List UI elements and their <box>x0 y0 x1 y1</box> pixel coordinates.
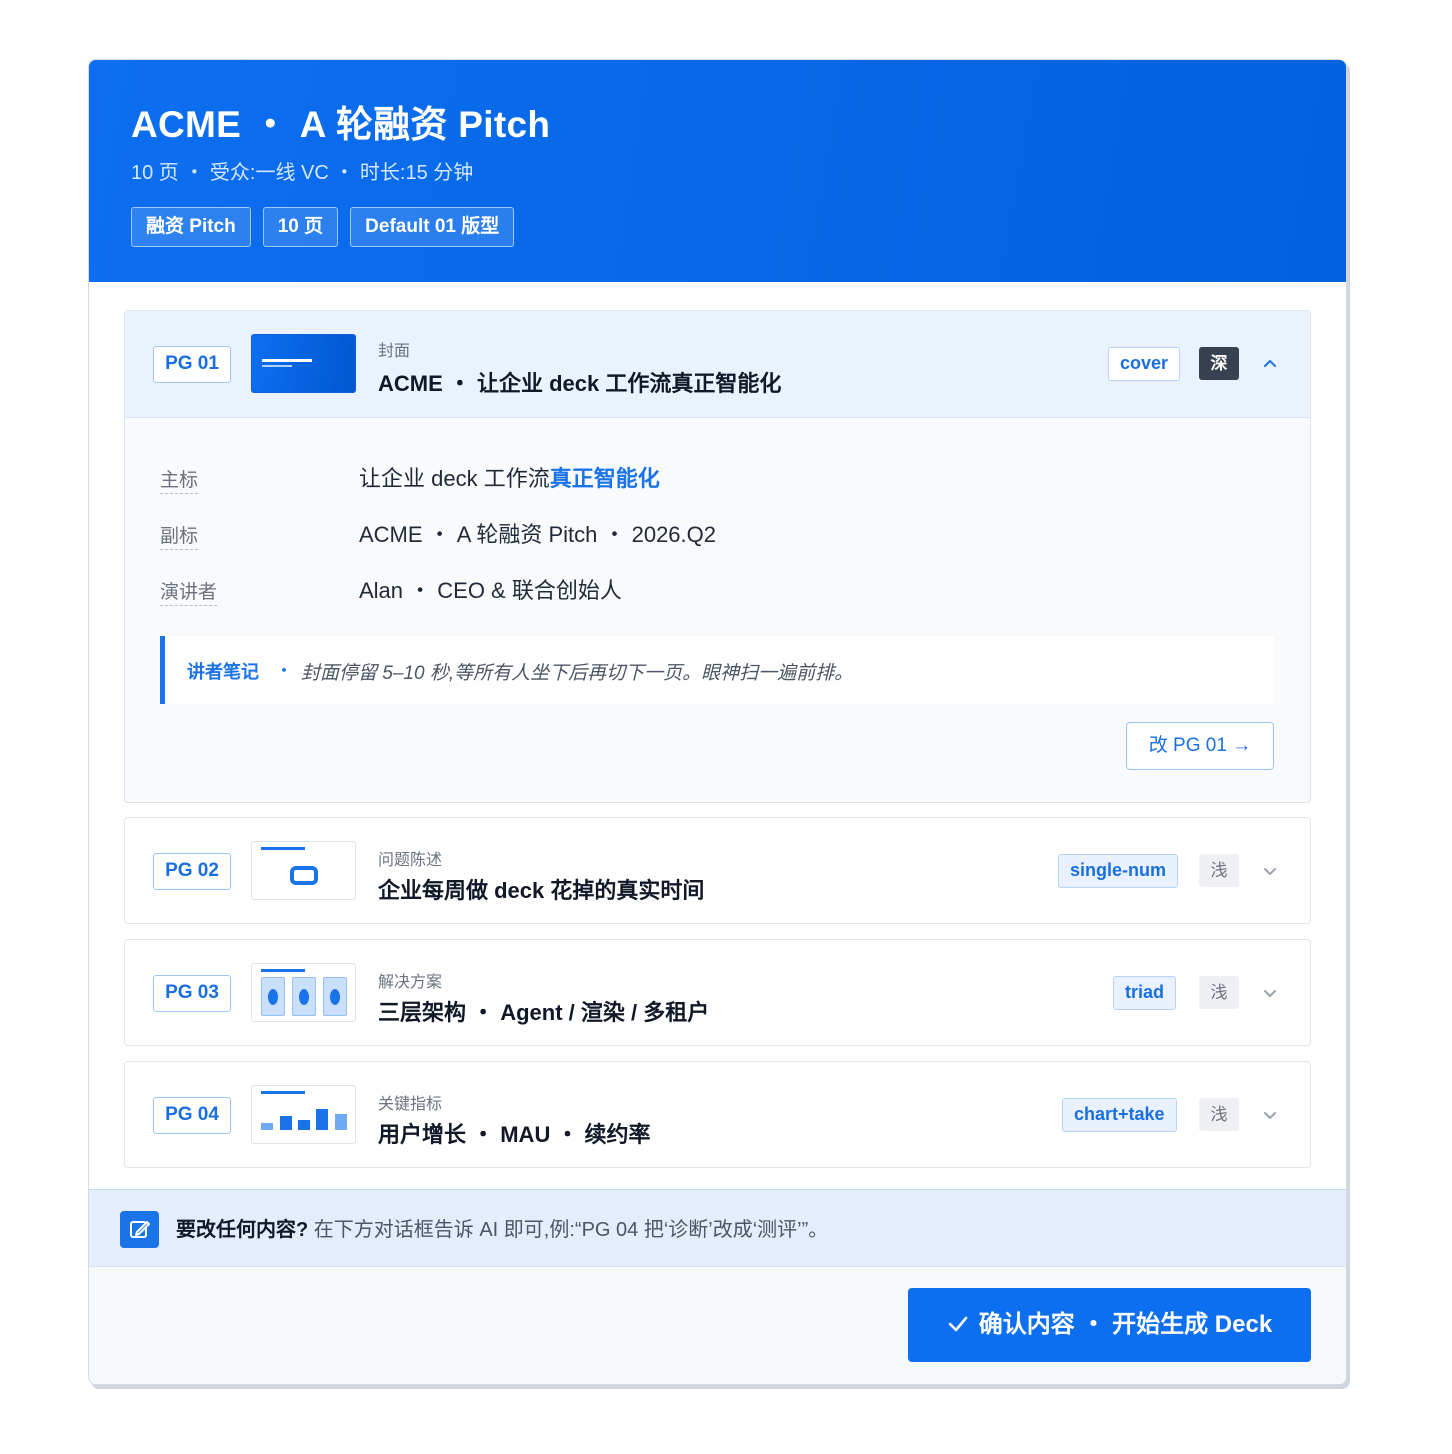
tone-badge: 深 <box>1199 347 1239 380</box>
deck-title: ACME ・ A 轮融资 Pitch <box>131 104 551 145</box>
tone-badge: 浅 <box>1199 1098 1239 1131</box>
page-number-badge: PG 03 <box>153 975 231 1012</box>
page-row-header[interactable]: PG 04 关键指标 用户增长 ・ MAU ・ 续约率 chart+take 浅 <box>125 1062 1310 1168</box>
single-number-thumbnail <box>251 841 356 900</box>
confirm-generate-button[interactable]: 确认内容 ・ 开始生成 Deck <box>908 1288 1311 1362</box>
page-kicker: 封面 <box>378 343 411 360</box>
page-title: 用户增长 ・ MAU ・ 续约率 <box>378 1122 651 1147</box>
layout-tag: cover <box>1108 347 1181 381</box>
field-value: 让企业 deck 工作流真正智能化 <box>359 466 660 491</box>
page-row-pg02[interactable]: PG 02 问题陈述 企业每周做 deck 花掉的真实时间 single-num… <box>124 817 1311 924</box>
page-row-header[interactable]: PG 02 问题陈述 企业每周做 deck 花掉的真实时间 single-num… <box>125 818 1310 924</box>
edit-tip-text: 要改任何内容? 在下方对话框告诉 AI 即可,例:“PG 04 把‘诊断’改成‘… <box>176 1219 829 1241</box>
page-number-badge: PG 01 <box>153 346 231 383</box>
page-row-header[interactable]: PG 03 解决方案 三层架构 ・ Agent / 渲染 / 多租户 triad… <box>125 940 1310 1046</box>
footer: 确认内容 ・ 开始生成 Deck <box>89 1267 1346 1384</box>
confirm-generate-label: 确认内容 ・ 开始生成 Deck <box>978 1311 1273 1338</box>
deck-header: ACME ・ A 轮融资 Pitch 10 页 ・ 受众:一线 VC ・ 时长:… <box>89 60 1346 282</box>
highlighted-text: 真正智能化 <box>549 466 660 491</box>
page-number-badge: PG 04 <box>153 1097 231 1134</box>
layout-tag: single-num <box>1058 854 1179 888</box>
speaker-note-text: 封面停留 5–10 秒,等所有人坐下后再切下一页。眼神扫一遍前排。 <box>301 663 854 684</box>
content-review-card: ACME ・ A 轮融资 Pitch 10 页 ・ 受众:一线 VC ・ 时长:… <box>88 59 1347 1385</box>
chevron-down-icon[interactable] <box>1261 1106 1279 1124</box>
page-title: ACME ・ 让企业 deck 工作流真正智能化 <box>378 371 782 396</box>
field-value: ACME ・ A 轮融资 Pitch ・ 2026.Q2 <box>359 522 717 547</box>
page-row-header[interactable]: PG 01 封面 ACME ・ 让企业 deck 工作流真正智能化 cover … <box>125 311 1310 418</box>
tag-template: Default 01 版型 <box>350 207 515 247</box>
page-row-pg03[interactable]: PG 03 解决方案 三层架构 ・ Agent / 渲染 / 多租户 triad… <box>124 939 1311 1046</box>
tag-type: 融资 Pitch <box>131 207 251 247</box>
chart-thumbnail <box>251 1085 356 1144</box>
page-kicker: 解决方案 <box>378 974 443 991</box>
field-value: Alan ・ CEO & 联合创始人 <box>359 578 622 603</box>
field-label: 演讲者 <box>160 577 218 606</box>
speaker-note: 讲者笔记 ・ 封面停留 5–10 秒,等所有人坐下后再切下一页。眼神扫一遍前排。 <box>160 636 1274 704</box>
page-number-badge: PG 02 <box>153 853 231 890</box>
edit-page-button[interactable]: 改 PG 01 → <box>1126 722 1274 770</box>
page-title: 企业每周做 deck 花掉的真实时间 <box>378 878 705 903</box>
tone-badge: 浅 <box>1199 854 1239 887</box>
edit-tip-bar: 要改任何内容? 在下方对话框告诉 AI 即可,例:“PG 04 把‘诊断’改成‘… <box>89 1189 1346 1267</box>
speaker-note-separator: ・ <box>275 661 293 681</box>
layout-tag: triad <box>1113 976 1177 1010</box>
chevron-up-icon[interactable] <box>1261 355 1279 373</box>
chevron-down-icon[interactable] <box>1261 862 1279 880</box>
tag-page-count: 10 页 <box>262 207 339 247</box>
layout-tag: chart+take <box>1062 1098 1177 1132</box>
speaker-note-label: 讲者笔记 <box>187 662 259 682</box>
deck-tags: 融资 Pitch 10 页 Default 01 版型 <box>131 207 515 247</box>
page-kicker: 关键指标 <box>378 1096 443 1113</box>
field-label: 主标 <box>160 465 199 494</box>
field-label: 副标 <box>160 521 199 550</box>
cover-thumbnail <box>251 334 356 393</box>
deck-meta: 10 页 ・ 受众:一线 VC ・ 时长:15 分钟 <box>131 162 474 184</box>
page-row-pg04[interactable]: PG 04 关键指标 用户增长 ・ MAU ・ 续约率 chart+take 浅 <box>124 1061 1311 1168</box>
check-icon <box>948 1316 968 1332</box>
edit-tip-question: 要改任何内容? <box>176 1219 309 1241</box>
page-row-pg01: PG 01 封面 ACME ・ 让企业 deck 工作流真正智能化 cover … <box>124 310 1311 803</box>
page-title: 三层架构 ・ Agent / 渲染 / 多租户 <box>378 1000 710 1025</box>
edit-icon <box>120 1211 159 1248</box>
tone-badge: 浅 <box>1199 976 1239 1009</box>
page-kicker: 问题陈述 <box>378 852 443 869</box>
triad-thumbnail <box>251 963 356 1022</box>
chevron-down-icon[interactable] <box>1261 984 1279 1002</box>
